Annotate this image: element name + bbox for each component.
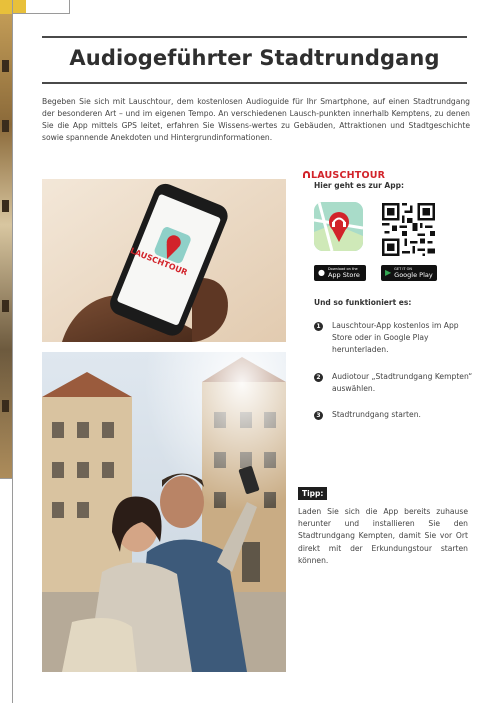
strip-detail xyxy=(2,400,9,412)
brand-name: LAUSCHTOUR xyxy=(311,170,386,181)
phone-photo: LAUSCHTOUR xyxy=(42,179,286,342)
step-item: 2 Audiotour „Stadtrundgang Kempten“ ausw… xyxy=(314,371,474,399)
lauschtour-app-icon[interactable] xyxy=(314,202,363,251)
google-play-label: Google Play xyxy=(394,270,433,279)
page-title: Audiogeführter Stadtrundgang xyxy=(69,46,440,70)
step-number-badge: 3 xyxy=(314,411,323,420)
tip-paragraph: Laden Sie sich die App bereits zuhause h… xyxy=(298,507,468,565)
strip-detail xyxy=(2,200,9,212)
headphones-icon xyxy=(303,171,310,178)
step-item: 1 Lauschtour-App kostenlos im App Store … xyxy=(314,320,474,360)
app-cta-heading: Hier geht es zur App: xyxy=(314,181,404,190)
how-it-works-heading: Und so funktioniert es: xyxy=(314,298,412,307)
apple-icon: ● xyxy=(318,268,325,277)
strip-detail xyxy=(2,60,9,72)
lauschtour-logo: LAUSCHTOUR xyxy=(303,170,385,181)
app-store-label: App Store xyxy=(327,270,360,279)
app-store-button[interactable]: ● Download on the App Store xyxy=(314,265,366,281)
qr-code[interactable] xyxy=(382,203,435,256)
title-rule-bottom xyxy=(42,82,467,84)
page-edge xyxy=(0,478,12,703)
page-frame-line xyxy=(12,0,13,703)
intro-paragraph: Begeben Sie sich mit Lauschtour, dem kos… xyxy=(42,97,470,142)
step-number-badge: 1 xyxy=(314,322,323,331)
step-text: Lauschtour-App kostenlos im App Store od… xyxy=(332,321,459,354)
step-item: 3 Stadtrundgang starten. xyxy=(314,409,474,423)
title-rule-top xyxy=(42,36,467,38)
strip-detail xyxy=(2,120,9,132)
google-play-icon: ▶ xyxy=(385,268,392,277)
strip-detail xyxy=(2,300,9,312)
couple-selfie-photo xyxy=(42,352,286,672)
step-text: Audiotour „Stadtrundgang Kempten“ auswäh… xyxy=(332,372,473,393)
step-number-badge: 2 xyxy=(314,373,323,382)
step-text: Stadtrundgang starten. xyxy=(332,410,421,419)
google-play-button[interactable]: ▶ GET IT ON Google Play xyxy=(381,265,437,281)
background-photo-strip xyxy=(0,0,12,500)
page-frame-tab xyxy=(12,0,70,14)
tip-badge: Tipp: xyxy=(298,487,328,500)
